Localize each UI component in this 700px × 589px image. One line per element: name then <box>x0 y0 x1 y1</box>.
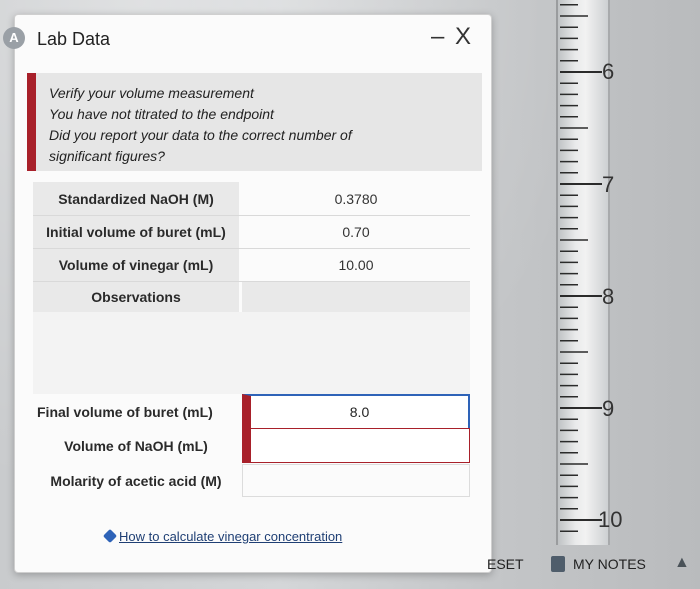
validation-message: Verify your volume measurement You have … <box>27 73 482 171</box>
row-standardized-naoh: Standardized NaOH (M) 0.3780 <box>33 182 470 216</box>
buret-scale <box>560 4 602 532</box>
label-molarity-acetic-acid: Molarity of acetic acid (M) <box>33 464 239 497</box>
value-observations <box>242 282 470 312</box>
label-volume-naoh: Volume of NaOH (mL) <box>33 428 239 464</box>
my-notes-button[interactable]: MY NOTES <box>551 556 646 572</box>
label-observations: Observations <box>33 282 239 312</box>
row-volume-vinegar: Volume of vinegar (mL) 10.00 <box>33 249 470 282</box>
row-molarity-acetic-acid: Molarity of acetic acid (M) <box>33 464 470 497</box>
value-standardized-naoh: 0.3780 <box>242 182 470 215</box>
volume-naoh-input[interactable] <box>242 428 470 463</box>
buret-label-7: 7 <box>602 172 615 197</box>
label-initial-volume: Initial volume of buret (mL) <box>33 216 239 248</box>
flask-icon[interactable]: ▲ <box>674 554 690 572</box>
dialog-title-bar[interactable]: A Lab Data – X <box>3 15 491 61</box>
help-link[interactable]: How to calculate vinegar concentration <box>102 528 342 544</box>
label-final-volume: Final volume of buret (mL) <box>33 394 239 430</box>
notes-icon <box>551 556 565 572</box>
value-volume-vinegar: 10.00 <box>242 249 470 281</box>
help-link-text[interactable]: How to calculate vinegar concentration <box>119 529 342 544</box>
dialog-title: Lab Data <box>37 29 111 49</box>
final-volume-input[interactable]: 8.0 <box>242 394 470 430</box>
row-initial-volume: Initial volume of buret (mL) 0.70 <box>33 216 470 249</box>
flask-icon: A <box>3 27 25 49</box>
buret: 6 7 8 9 10 <box>556 0 622 545</box>
value-initial-volume: 0.70 <box>242 216 470 248</box>
message-line: Verify your volume measurement <box>49 85 254 101</box>
molarity-acetic-acid-value[interactable] <box>242 464 470 497</box>
lab-data-dialog: A Lab Data – X Verify your volume measur… <box>3 14 492 573</box>
message-line: Did you report your data to the correct … <box>49 127 352 143</box>
message-line: You have not titrated to the endpoint <box>49 106 274 122</box>
diamond-icon <box>102 528 118 544</box>
buret-label-8: 8 <box>602 284 615 309</box>
observations-area <box>33 312 470 394</box>
label-volume-vinegar: Volume of vinegar (mL) <box>33 249 239 281</box>
buret-label-9: 9 <box>602 396 615 421</box>
reset-button[interactable]: ESET <box>487 556 524 572</box>
message-line: significant figures? <box>49 148 165 164</box>
row-observations: Observations <box>33 282 470 312</box>
my-notes-label: MY NOTES <box>573 556 646 572</box>
window-controls[interactable]: – X <box>431 23 473 51</box>
buret-label-6: 6 <box>602 59 615 84</box>
buret-label-10: 10 <box>598 507 623 532</box>
label-standardized-naoh: Standardized NaOH (M) <box>33 182 239 215</box>
